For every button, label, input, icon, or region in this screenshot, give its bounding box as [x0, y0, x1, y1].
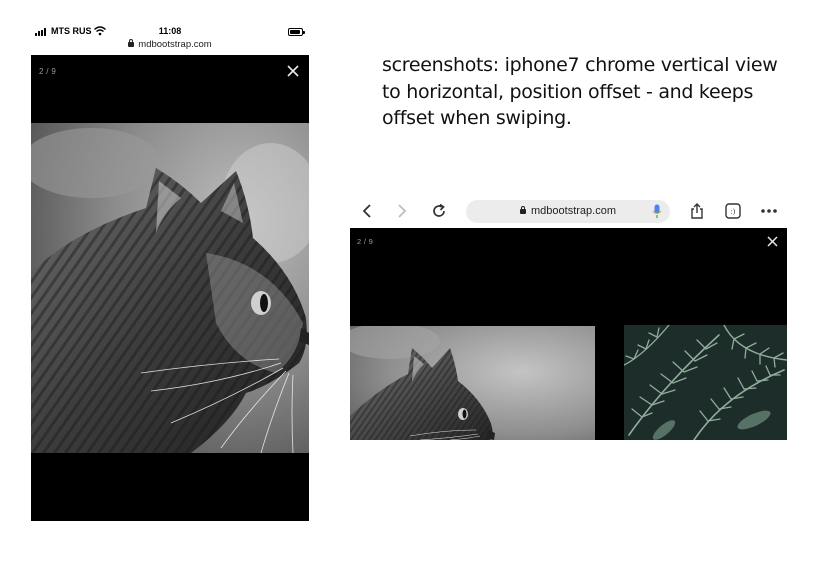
back-icon[interactable] [358, 202, 376, 220]
battery-icon [288, 28, 305, 36]
browser-toolbar: mdbootstrap.com :) [350, 195, 787, 227]
forward-icon[interactable] [393, 202, 411, 220]
more-icon[interactable] [760, 202, 778, 220]
close-icon[interactable] [767, 236, 778, 247]
description-text: screenshots: iphone7 chrome vertical vie… [382, 52, 812, 132]
lock-icon [128, 39, 135, 47]
lock-icon [520, 206, 526, 214]
status-bar: MTS RUS 11:08 [31, 24, 309, 39]
slide-counter: 2 / 9 [39, 67, 57, 76]
description-line: offset when swiping. [382, 107, 572, 129]
url-text: mdbootstrap.com [138, 39, 212, 50]
cat-photo [31, 123, 309, 453]
cat-photo [350, 326, 595, 440]
address-bar[interactable]: mdbootstrap.com [31, 39, 309, 53]
lightbox: 2 / 9 [31, 55, 309, 521]
landscape-browser-screenshot: mdbootstrap.com :) 2 / 9 [350, 195, 787, 440]
slide-counter: 2 / 9 [357, 237, 374, 246]
close-icon[interactable] [287, 65, 299, 77]
microphone-icon[interactable] [652, 204, 662, 219]
tabs-badge: :) [730, 208, 735, 216]
url-text: mdbootstrap.com [531, 205, 616, 217]
tabs-icon[interactable]: :) [724, 202, 742, 220]
reload-icon[interactable] [430, 202, 448, 220]
fern-photo [624, 325, 787, 440]
share-icon[interactable] [688, 202, 706, 220]
lightbox: 2 / 9 [350, 228, 787, 440]
description-line: to horizontal, position offset - and kee… [382, 80, 754, 103]
portrait-phone-screenshot: MTS RUS 11:08 mdbootstrap.com 2 / 9 [31, 24, 309, 521]
address-bar[interactable]: mdbootstrap.com [466, 200, 670, 223]
clock: 11:08 [158, 26, 182, 36]
description-line: screenshots: iphone7 chrome vertical vie… [382, 54, 778, 76]
